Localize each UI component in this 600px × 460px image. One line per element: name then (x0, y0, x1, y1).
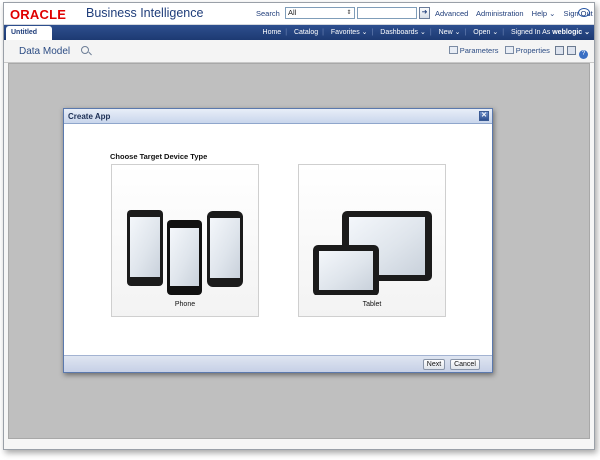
save-as-icon[interactable] (567, 46, 576, 55)
nav-separator: | (285, 29, 288, 36)
data-model-toolbar: Data Model Parameters Properties ? (4, 40, 594, 63)
phone-label: Phone (174, 301, 196, 308)
updown-arrow-icon: ⇕ (346, 10, 352, 16)
tablet-label: Tablet (362, 301, 382, 308)
advanced-link[interactable]: Advanced (435, 9, 468, 18)
phone-device-icon (127, 210, 243, 295)
parameters-icon (448, 46, 458, 54)
nav-favorites[interactable]: Favorites ⌄ (331, 29, 368, 36)
properties-button[interactable]: Properties (516, 46, 550, 55)
phone-option[interactable]: Phone (111, 164, 259, 317)
nav-separator: | (429, 29, 432, 36)
parameters-button[interactable]: Parameters (460, 46, 499, 55)
nav-bar: Untitled Home | Catalog | Favorites ⌄ | Das… (4, 25, 594, 40)
create-app-dialog: Create App ✕ Choose Target Device Type P… (63, 108, 493, 373)
nav-menu: Home | Catalog | Favorites ⌄ | Dashboards ⌄… (258, 28, 590, 36)
search-scope-select[interactable]: All ⇕ (285, 7, 355, 19)
cancel-button[interactable]: Cancel (450, 359, 480, 370)
nav-catalog[interactable]: Catalog (294, 29, 318, 36)
nav-separator: | (322, 29, 324, 36)
nav-open[interactable]: Open ⌄ (473, 29, 498, 36)
nav-dashboards[interactable]: Dashboards ⌄ (380, 29, 426, 36)
dialog-title: Create App (68, 112, 111, 121)
properties-icon (504, 46, 514, 54)
nav-home[interactable]: Home (263, 29, 282, 36)
signed-in-label: Signed In As (510, 29, 551, 36)
search-go-button[interactable]: ➜ (419, 7, 430, 19)
nav-separator: | (371, 29, 374, 36)
nav-separator: | (502, 29, 505, 36)
oracle-globe-icon (578, 8, 590, 17)
dialog-title-bar: Create App ✕ (64, 109, 492, 124)
search-icon[interactable] (81, 46, 89, 54)
help-icon[interactable]: ? (579, 50, 588, 59)
oracle-logo: ORACLE (10, 7, 67, 22)
administration-link[interactable]: Administration (476, 9, 524, 18)
global-header: ORACLE Business Intelligence Search All … (4, 3, 594, 25)
nav-new[interactable]: New ⌄ (439, 29, 461, 36)
search-scope-value: All (288, 8, 297, 17)
dialog-footer: Next Cancel (64, 355, 492, 372)
product-name: Business Intelligence (86, 6, 204, 20)
page-title: Data Model (19, 46, 71, 57)
next-button[interactable]: Next (423, 359, 445, 370)
tablet-device-icon (313, 211, 432, 296)
toolbar-actions: Parameters Properties ? (448, 46, 588, 59)
tablet-option[interactable]: Tablet (298, 164, 446, 317)
device-type-prompt: Choose Target Device Type (110, 152, 208, 161)
close-icon[interactable]: ✕ (479, 111, 489, 121)
user-menu[interactable]: weblogic ⌄ (552, 29, 590, 36)
header-links: Advanced Administration Help ⌄ Sign Out (435, 9, 594, 18)
help-menu[interactable]: Help ⌄ (532, 9, 556, 18)
tab-untitled[interactable]: Untitled (6, 26, 52, 40)
nav-separator: | (464, 29, 467, 36)
search-label: Search (256, 9, 280, 18)
search-input[interactable] (357, 7, 417, 19)
save-icon[interactable] (555, 46, 564, 55)
